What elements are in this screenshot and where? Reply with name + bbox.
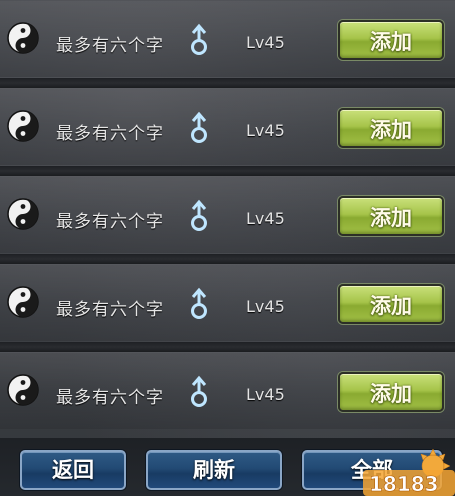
player-name: 最多有六个字 [56,300,164,320]
player-name: 最多有六个字 [56,388,164,408]
player-level: Lv45 [246,297,285,316]
yin-yang-icon [7,286,39,318]
back-button[interactable]: 返回 [20,450,126,490]
yin-yang-icon [7,198,39,230]
add-friend-button[interactable]: 添加 [338,372,444,412]
list-item: 最多有六个字 Lv45 添加 [0,352,455,429]
player-name: 最多有六个字 [56,124,164,144]
add-friend-button[interactable]: 添加 [338,284,444,324]
add-friend-button[interactable]: 添加 [338,108,444,148]
player-name: 最多有六个字 [56,212,164,232]
yin-yang-icon [7,110,39,142]
player-level: Lv45 [246,209,285,228]
add-friend-button[interactable]: 添加 [338,20,444,60]
list-item: 最多有六个字 Lv45 添加 [0,176,455,253]
player-level: Lv45 [246,121,285,140]
sun-logo-icon: 18183 [363,448,455,496]
male-gender-icon [191,23,207,55]
row-divider [0,166,455,176]
list-item: 最多有六个字 Lv45 添加 [0,0,455,77]
male-gender-icon [191,375,207,407]
player-level: Lv45 [246,33,285,52]
list-item: 最多有六个字 Lv45 添加 [0,88,455,165]
row-divider [0,254,455,264]
refresh-button[interactable]: 刷新 [146,450,282,490]
add-friend-button[interactable]: 添加 [338,196,444,236]
friend-list-panel: 最多有六个字 Lv45 添加 最多有六个字 Lv45 添加 最多有六个字 Lv4… [0,0,455,496]
row-divider [0,78,455,88]
yin-yang-icon [7,22,39,54]
male-gender-icon [191,287,207,319]
row-divider [0,342,455,352]
watermark-text: 18183 [369,472,439,496]
yin-yang-icon [7,374,39,406]
player-level: Lv45 [246,385,285,404]
list-item: 最多有六个字 Lv45 添加 [0,264,455,341]
player-name: 最多有六个字 [56,36,164,56]
male-gender-icon [191,199,207,231]
male-gender-icon [191,111,207,143]
